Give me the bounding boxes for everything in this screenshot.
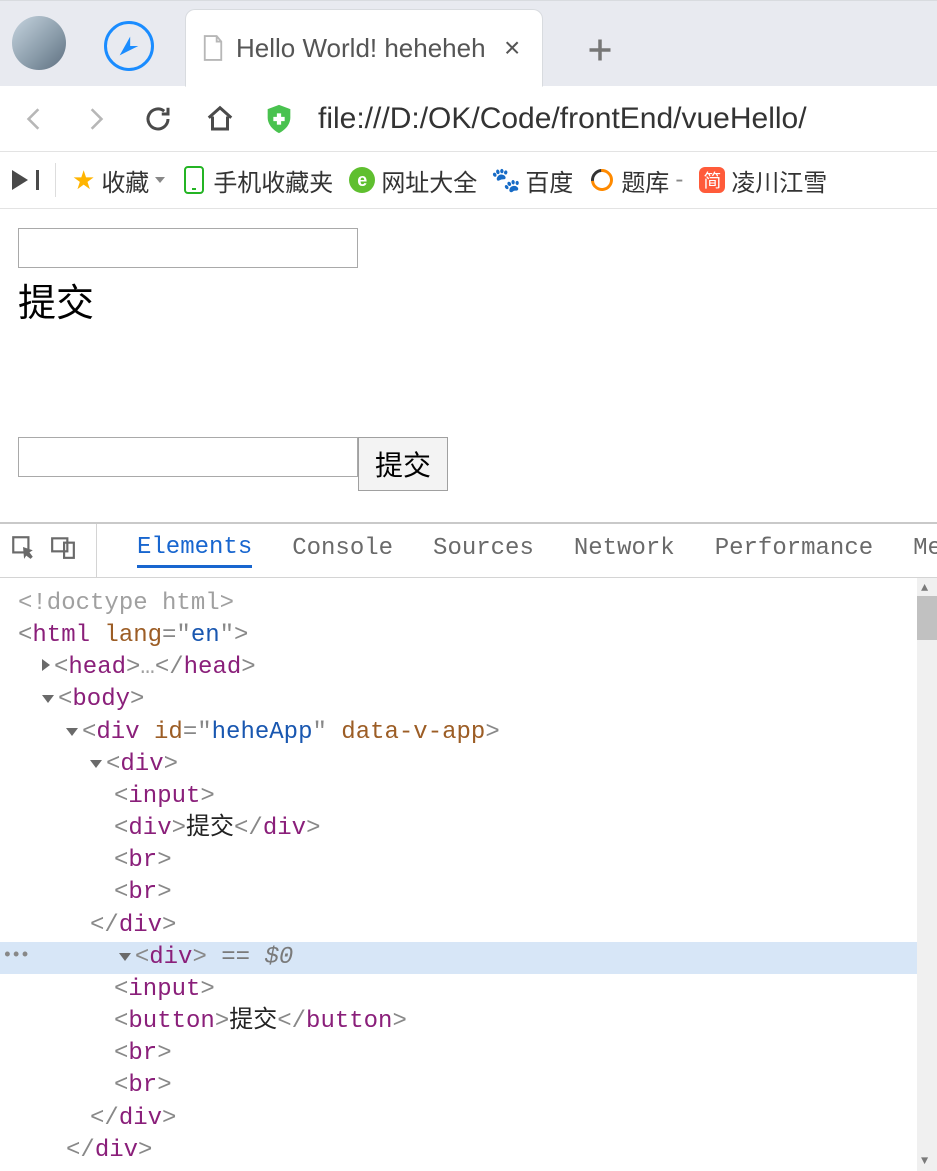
submit-text: 提交 xyxy=(18,272,919,327)
security-shield-icon[interactable] xyxy=(262,102,296,136)
dom-scrollbar[interactable]: ▲ ▼ xyxy=(917,578,937,1171)
chevron-down-icon xyxy=(155,177,165,183)
new-tab-button[interactable] xyxy=(573,23,627,77)
devtools-tab-memory[interactable]: Mem xyxy=(913,535,937,566)
url-text[interactable]: file:///D:/OK/Code/frontEnd/vueHello/ xyxy=(318,102,807,136)
devtools-tab-sources[interactable]: Sources xyxy=(433,535,534,566)
devtools-tabs: Elements Console Sources Network Perform… xyxy=(0,524,937,578)
dom-doctype: <!doctype html> xyxy=(18,590,234,617)
nav-row: file:///D:/OK/Code/frontEnd/vueHello/ xyxy=(0,86,937,152)
bookmarks-bar: ★收藏 手机收藏夹 e网址大全 🐾百度 题库- 简凌川江雪 xyxy=(0,152,937,209)
bookmark-all[interactable]: e网址大全 xyxy=(349,163,477,198)
browser-tab[interactable]: Hello World! heheheheh × xyxy=(185,9,543,87)
browser-compass-icon[interactable] xyxy=(104,21,154,71)
dom-tree[interactable]: <!doctype html> <html lang="en"> <head>…… xyxy=(0,578,937,1171)
text-input-1[interactable] xyxy=(18,228,358,268)
page-content: 提交 提交 xyxy=(0,209,937,509)
inspect-icon[interactable] xyxy=(10,534,36,568)
form-block-2: 提交 xyxy=(18,437,919,491)
file-icon xyxy=(202,35,224,61)
tab-strip: Hello World! heheheheh × xyxy=(185,1,627,87)
bookmark-favorites[interactable]: ★收藏 xyxy=(72,163,165,198)
reload-button[interactable] xyxy=(138,99,178,139)
user-avatar[interactable] xyxy=(12,16,66,70)
device-icon[interactable] xyxy=(50,534,76,568)
bookmark-mobile[interactable]: 手机收藏夹 xyxy=(181,163,333,198)
tab-close-icon[interactable]: × xyxy=(504,32,520,64)
titlebar: Hello World! heheheheh × xyxy=(0,0,937,86)
text-input-2[interactable] xyxy=(18,437,358,477)
devtools-tab-network[interactable]: Network xyxy=(574,535,675,566)
bookmark-ling[interactable]: 简凌川江雪 xyxy=(699,163,827,198)
form-block-1: 提交 xyxy=(18,227,919,327)
devtools-panel: Elements Console Sources Network Perform… xyxy=(0,522,937,1171)
dom-selected-row[interactable]: <div> == $0 xyxy=(0,942,937,974)
back-button[interactable] xyxy=(14,99,54,139)
forward-button[interactable] xyxy=(76,99,116,139)
bookmark-play[interactable] xyxy=(12,170,39,190)
bookmark-tiku[interactable]: 题库- xyxy=(589,163,683,198)
devtools-tab-console[interactable]: Console xyxy=(292,535,393,566)
devtools-tab-performance[interactable]: Performance xyxy=(715,535,873,566)
devtools-tab-elements[interactable]: Elements xyxy=(137,534,252,568)
tab-title: Hello World! heheheheh xyxy=(236,33,486,64)
submit-button[interactable]: 提交 xyxy=(358,437,448,491)
home-button[interactable] xyxy=(200,99,240,139)
bookmark-baidu[interactable]: 🐾百度 xyxy=(493,163,573,198)
